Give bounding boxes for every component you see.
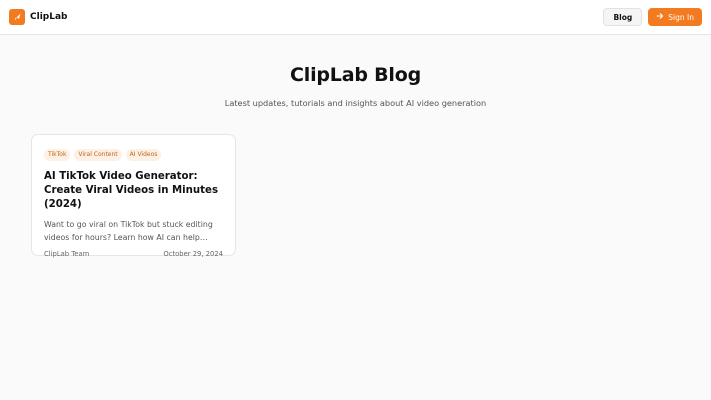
sign-in-button[interactable]: Sign In xyxy=(648,8,702,26)
blog-post-card[interactable]: TikTok Viral Content AI Videos AI TikTok… xyxy=(31,134,236,258)
arrow-right-icon xyxy=(656,12,664,22)
post-title[interactable]: AI TikTok Video Generator: Create Viral … xyxy=(44,170,223,212)
post-meta: ClipLab Team October 29, 2024 xyxy=(44,250,223,258)
tag[interactable]: TikTok xyxy=(44,149,71,161)
post-excerpt: Want to go viral on TikTok but stuck edi… xyxy=(44,220,213,242)
hero: ClipLab Blog Latest updates, tutorials a… xyxy=(0,64,711,108)
page-subtitle: Latest updates, tutorials and insights a… xyxy=(224,98,487,108)
page-title: ClipLab Blog xyxy=(290,64,421,86)
logo-icon xyxy=(9,9,25,25)
brand-name: ClipLab xyxy=(30,12,68,22)
tag[interactable]: Viral Content xyxy=(74,149,122,161)
blog-button[interactable]: Blog xyxy=(603,8,643,26)
tag[interactable]: AI Videos xyxy=(125,149,162,161)
brand[interactable]: ClipLab xyxy=(9,9,67,25)
top-bar: ClipLab Blog Sign In xyxy=(0,0,711,35)
tag-list: TikTok Viral Content AI Videos xyxy=(44,149,223,161)
header-nav: Blog Sign In xyxy=(603,8,702,26)
post-date: October 29, 2024 xyxy=(163,250,223,258)
sign-in-label: Sign In xyxy=(668,12,694,22)
post-author: ClipLab Team xyxy=(44,250,90,258)
